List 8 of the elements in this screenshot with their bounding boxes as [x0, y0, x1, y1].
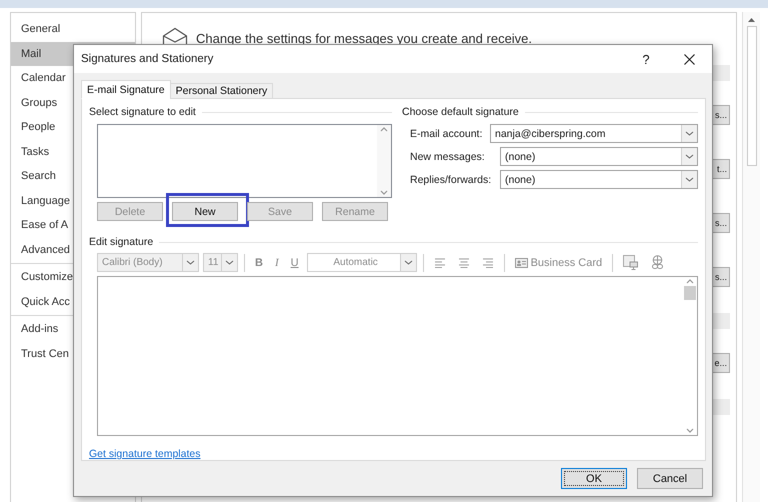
field-label: Replies/forwards: — [410, 174, 492, 186]
field-label: E-mail account: — [410, 128, 484, 140]
field-label: New messages: — [410, 150, 486, 162]
group-label: Choose default signature — [402, 106, 519, 118]
group-label: Select signature to edit — [89, 106, 196, 118]
group-label: Edit signature — [89, 236, 154, 248]
dialog-title: Signatures and Stationery — [81, 53, 214, 65]
header-text: Change the settings for messages you create and receive. — [196, 30, 532, 46]
